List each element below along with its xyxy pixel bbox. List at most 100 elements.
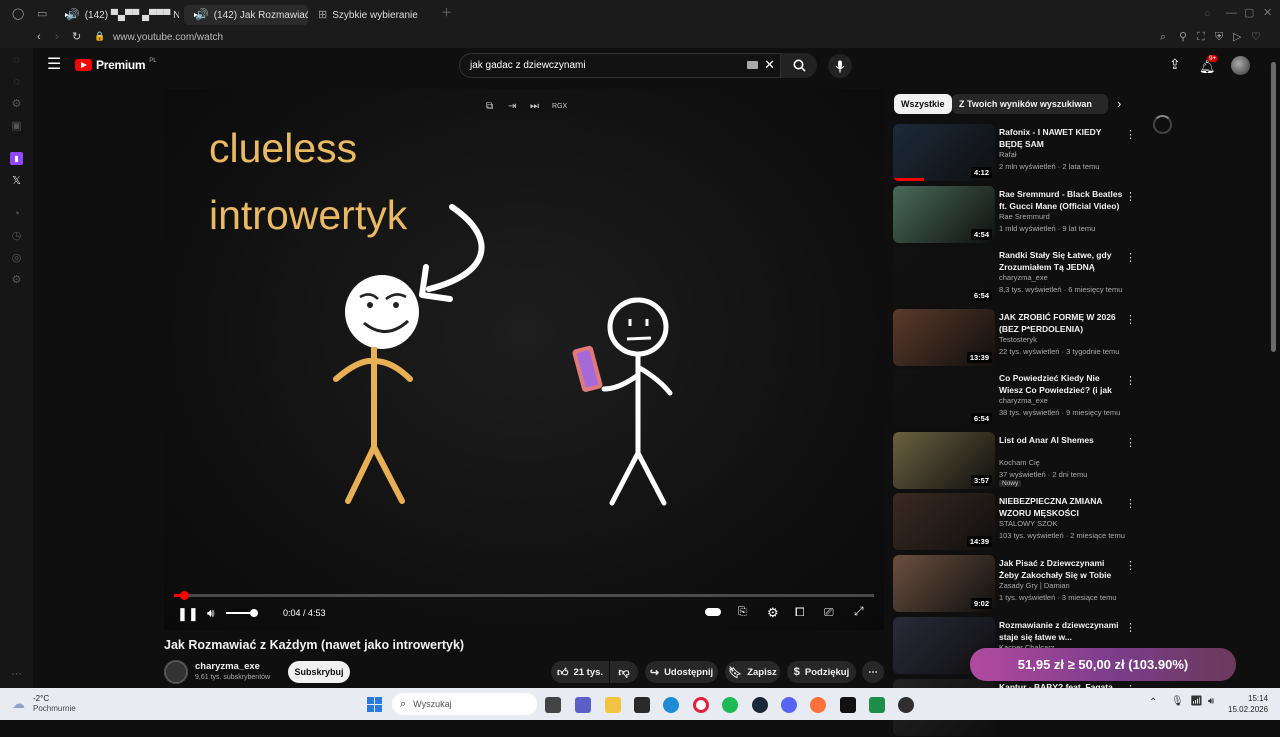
- miniplayer-bottom-icon[interactable]: ⧠: [795, 605, 805, 620]
- recommendation-item[interactable]: 3:57 List od Anar Al Shemes Kocham Cię 37 w…: [893, 432, 1138, 490]
- recommendation-channel[interactable]: Zasady Gry | Damian: [999, 581, 1070, 590]
- volume-knob[interactable]: [250, 609, 258, 617]
- more-options-icon[interactable]: ⋮: [1125, 621, 1136, 634]
- tab-overview-icon[interactable]: ▭: [37, 9, 47, 20]
- tab-youtube-1[interactable]: 🔊 (142) ▀▄▀▀ ▄▀▀▀ N: [55, 5, 179, 25]
- video-thumbnail[interactable]: 6:54: [893, 370, 995, 427]
- app-icon-green[interactable]: [869, 697, 885, 713]
- video-thumbnail[interactable]: 14:39: [893, 493, 995, 550]
- firefox-icon[interactable]: [810, 697, 826, 713]
- recommendation-channel[interactable]: charyzma_exe: [999, 396, 1048, 405]
- more-options-icon[interactable]: ⋮: [1125, 559, 1136, 572]
- terminal-icon[interactable]: [840, 697, 856, 713]
- weather-text[interactable]: Pochmurnie: [33, 704, 76, 713]
- recommendation-title[interactable]: Rozmawianie z dziewczynami staje się łat…: [999, 620, 1123, 643]
- sidebar-settings-icon[interactable]: ⚙: [10, 274, 23, 287]
- cast-icon[interactable]: ⎚: [824, 605, 834, 620]
- save-button[interactable]: 🔖︎ Zapisz: [725, 661, 780, 683]
- video-thumbnail[interactable]: 9:02: [893, 555, 995, 612]
- like-button[interactable]: 👍︎ 21 tys.: [551, 661, 609, 683]
- share-button[interactable]: ↪ Udostępnij: [645, 661, 718, 683]
- play-icon[interactable]: ▷: [1233, 32, 1241, 43]
- recommendation-title[interactable]: Rafonix - I NAWET KIEDY BĘDĘ SAM: [999, 127, 1123, 150]
- pin-icon[interactable]: ⚲: [1179, 32, 1187, 43]
- thanks-button[interactable]: $ Podziękuj: [787, 661, 856, 683]
- fullscreen-icon[interactable]: ⤢: [854, 604, 864, 619]
- recommendation-title[interactable]: Rae Sremmurd - Black Beatles ft. Gucci M…: [999, 189, 1123, 212]
- pause-icon[interactable]: ❚❚: [177, 606, 199, 622]
- browser-menu-icon[interactable]: ◯: [12, 9, 24, 20]
- more-options-icon[interactable]: ⋮: [1125, 436, 1136, 449]
- mic-tray-icon[interactable]: 🎙︎: [1171, 696, 1184, 707]
- clock-date[interactable]: 15.02.2026: [1228, 705, 1268, 714]
- recommendation-channel[interactable]: Testosteryk: [999, 335, 1037, 344]
- recommendation-item[interactable]: 13:39 JAK ZROBIĆ FORMĘ W 2026 (BEZ P*ERDO…: [893, 309, 1138, 367]
- notifications-button[interactable]: 🔔︎ 9+: [1199, 55, 1219, 73]
- snapshot-icon[interactable]: ⛶: [1197, 32, 1205, 43]
- edge-icon[interactable]: [663, 697, 679, 713]
- more-options-icon[interactable]: ⋮: [1125, 497, 1136, 510]
- obs-icon[interactable]: [898, 697, 914, 713]
- volume-slider[interactable]: [226, 609, 258, 617]
- messenger-icon[interactable]: ◌: [10, 76, 23, 89]
- sidebar-icon-2[interactable]: ◎: [10, 252, 23, 265]
- recommendation-item[interactable]: 4:54 Rae Sremmurd - Black Beatles ft. Guc…: [893, 186, 1138, 244]
- video-thumbnail[interactable]: 6:54: [893, 247, 995, 304]
- voice-search-button[interactable]: [828, 54, 852, 78]
- x-icon[interactable]: 𝕏: [10, 175, 23, 188]
- upload-icon[interactable]: ⇪: [1169, 57, 1181, 71]
- steam-icon[interactable]: [752, 697, 768, 713]
- tab-youtube-active[interactable]: 🔊 (142) Jak Rozmawiać z: [184, 5, 308, 25]
- chip-all[interactable]: Wszystkie: [894, 94, 952, 114]
- progress-bar[interactable]: [174, 591, 874, 600]
- url-field[interactable]: www.youtube.com/watch: [113, 32, 223, 43]
- channel-avatar[interactable]: [164, 660, 188, 684]
- recommendation-channel[interactable]: Rae Sremmurd: [999, 212, 1050, 221]
- recommendation-title[interactable]: Jak Pisać z Dziewczynami Żeby Zakochały …: [999, 558, 1123, 581]
- recommendation-title[interactable]: List od Anar Al Shemes: [999, 435, 1123, 447]
- taskbar-search-input[interactable]: ⌕ Wyszukaj: [392, 693, 537, 715]
- video-thumbnail[interactable]: 3:57: [893, 432, 995, 489]
- more-options-icon[interactable]: ⋮: [1125, 128, 1136, 141]
- dislike-button[interactable]: 👎︎: [610, 661, 638, 683]
- up-arrow-icon[interactable]: ⌃: [1149, 697, 1157, 708]
- search-button[interactable]: [781, 53, 817, 78]
- video-thumbnail[interactable]: 13:39: [893, 309, 995, 366]
- recommendation-item[interactable]: 4:12 Rafonix - I NAWET KIEDY BĘDĘ SAM Rafa…: [893, 124, 1138, 182]
- start-button[interactable]: [367, 697, 382, 712]
- discord-icon[interactable]: [781, 697, 797, 713]
- teams-icon[interactable]: [575, 697, 591, 713]
- recommendation-title[interactable]: NIEBEZPIECZNA ZMIANA WZORU MĘSKOŚCI: [999, 496, 1123, 519]
- recommendation-channel[interactable]: STALOWY SZOK: [999, 519, 1057, 528]
- close-window-icon[interactable]: ✕: [1263, 8, 1272, 19]
- avatar[interactable]: [1231, 56, 1250, 75]
- recommendation-item[interactable]: 9:02 Jak Pisać z Dziewczynami Żeby Zakoch…: [893, 555, 1138, 613]
- clock-time[interactable]: 15:14: [1248, 694, 1268, 703]
- settings-gear-icon[interactable]: ⚙: [767, 605, 779, 621]
- chip-from-search[interactable]: Z Twoich wyników wyszukiwania: [952, 94, 1107, 114]
- page-scrollbar[interactable]: [1271, 62, 1276, 352]
- weather-icon[interactable]: ☁: [12, 696, 25, 712]
- recommendation-title[interactable]: Randki Stały Się Łatwe, gdy Zrozumiałem …: [999, 250, 1123, 273]
- recommendation-item[interactable]: 6:54 Randki Stały Się Łatwe, gdy Zrozumia…: [893, 247, 1138, 305]
- recommendation-item[interactable]: 6:54 Co Powiedzieć Kiedy Nie Wiesz Co Pow…: [893, 370, 1138, 428]
- more-options-icon[interactable]: ⋮: [1125, 190, 1136, 203]
- recommendation-item[interactable]: 14:39 NIEBEZPIECZNA ZMIANA WZORU MĘSKOŚCI…: [893, 493, 1138, 551]
- search-tabs-icon[interactable]: ○: [1204, 9, 1211, 20]
- workspace-icon[interactable]: ▣: [10, 120, 23, 133]
- zoom-icon[interactable]: ⌕: [1160, 32, 1166, 43]
- recommendation-channel[interactable]: charyzma_exe: [999, 273, 1048, 282]
- opera-icon[interactable]: [693, 697, 709, 713]
- progress-scrubber[interactable]: [179, 591, 189, 600]
- subscribe-button[interactable]: Subskrybuj: [288, 661, 350, 683]
- clear-search-icon[interactable]: ✕: [764, 58, 775, 71]
- epic-games-icon[interactable]: [634, 697, 650, 713]
- video-thumbnail[interactable]: 4:12: [893, 124, 995, 181]
- video-player[interactable]: ⧉ ⇥ ⏭ RGX clueless introwertyk ❚❚ 🔊︎ 0:0…: [164, 89, 884, 630]
- more-icon[interactable]: ⋯: [10, 668, 23, 681]
- twitch-icon[interactable]: ▮: [10, 152, 23, 165]
- tab-speed-dial[interactable]: ⊞ Szybkie wybieranie: [312, 5, 430, 25]
- reload-icon[interactable]: ↻: [72, 32, 81, 43]
- back-icon[interactable]: ‹: [37, 32, 41, 43]
- channel-name[interactable]: charyzma_exe: [195, 661, 260, 672]
